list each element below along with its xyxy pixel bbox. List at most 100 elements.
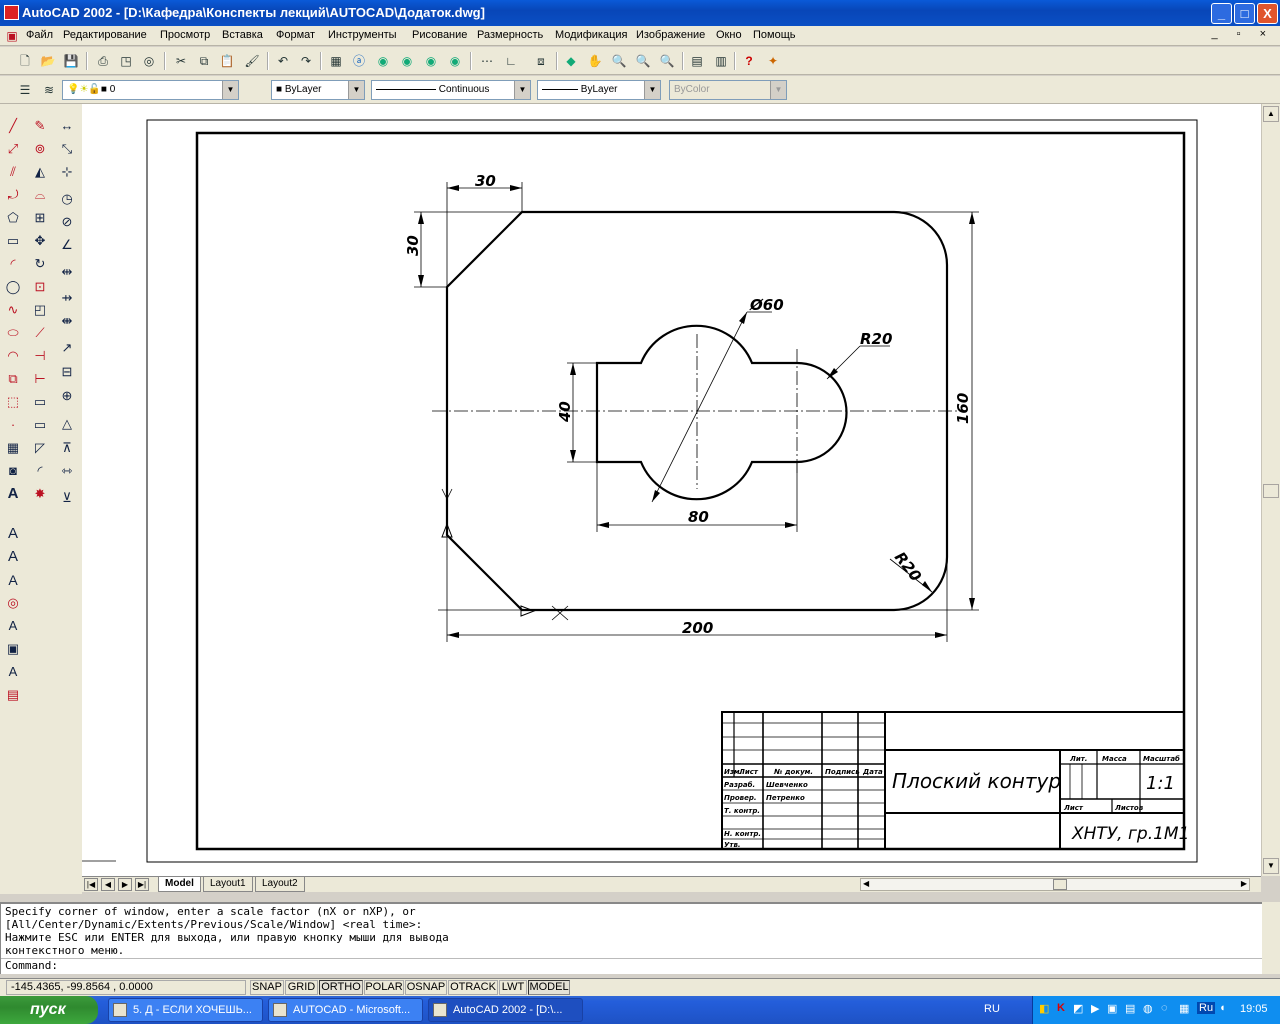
text-style-icon[interactable]: A [3,616,23,636]
print-icon[interactable]: ⎙ [94,52,112,70]
copy-icon[interactable]: ⧉ [195,52,213,70]
chevron-down-icon[interactable]: ▼ [514,81,530,99]
edit-text-icon[interactable]: A [3,570,23,590]
today-icon[interactable]: ✦ [764,52,782,70]
spell-check-icon[interactable]: ◎ [140,52,158,70]
scroll-up-button[interactable]: ▲ [1263,106,1279,122]
ellipse-icon[interactable]: ⬭ [3,323,23,343]
taskbar-item[interactable]: AUTOCAD - Microsoft... [268,998,423,1022]
point-icon[interactable]: · [3,415,23,435]
hyperlink-icon[interactable]: ⓐ [350,52,368,70]
drawing-canvas[interactable]: 30 30 Ø60 R20 40 160 80 R20 200 Плоский … [82,104,1261,876]
internet-icon[interactable]: ◉ [374,52,392,70]
menu-help[interactable]: Помощь [753,29,796,41]
zoom-realtime-icon[interactable]: 🔍 [610,52,628,70]
tray-volume-icon[interactable]: ◖ [1219,1002,1226,1014]
named-views-icon[interactable]: ⧈ [532,52,550,70]
tracking-icon[interactable]: ⋯ [478,52,496,70]
dimension-style-icon[interactable]: ⊻ [57,488,77,508]
menu-view[interactable]: Просмотр [160,29,210,41]
layer-dropdown[interactable]: 💡☀🔓■ 0 ▼ [62,80,239,100]
zoom-window-icon[interactable]: 🔍 [634,52,652,70]
rectangle-icon[interactable]: ▭ [3,231,23,251]
clock[interactable]: 19:05 [1240,1003,1268,1015]
tab-last-button[interactable]: ▶| [135,878,149,891]
make-object-layer-current-icon[interactable]: ≋ [40,81,58,99]
chevron-down-icon[interactable]: ▼ [644,81,660,99]
polyline-icon[interactable]: ⤾ [3,185,23,205]
scroll-down-button[interactable]: ▼ [1263,858,1279,874]
layer-manager-icon[interactable]: ☰ [16,81,34,99]
undo-icon[interactable]: ↶ [274,52,292,70]
text-icon[interactable]: A [3,524,23,544]
break-at-point-icon[interactable]: ▭ [30,415,50,435]
publish-icon[interactable]: ◉ [398,52,416,70]
properties-icon[interactable]: ▤ [688,52,706,70]
otrack-toggle[interactable]: OTRACK [448,980,498,995]
redo-icon[interactable]: ↷ [297,52,315,70]
taskbar-item-active[interactable]: AutoCAD 2002 - [D:\... [428,998,583,1022]
fillet-icon[interactable]: ◜ [30,461,50,481]
lengthen-icon[interactable]: ⟋ [30,323,50,343]
make-block-icon[interactable]: ⬚ [3,392,23,412]
meet-now-icon[interactable]: ◉ [422,52,440,70]
erase-icon[interactable]: ✎ [30,116,50,136]
command-input[interactable]: Command: [1,958,1263,973]
design-center-icon[interactable]: ▦ [327,52,345,70]
match-properties-icon[interactable]: 🖌 [243,52,261,70]
menu-file[interactable]: Файл [26,29,53,41]
tray-play-icon[interactable]: ▶ [1091,1002,1099,1015]
move-icon[interactable]: ✥ [30,231,50,251]
menu-window[interactable]: Окно [716,29,742,41]
ucs-icon[interactable]: ∟ [502,52,520,70]
autocad-app-icon[interactable] [4,5,19,20]
array-icon[interactable]: ⊞ [30,208,50,228]
stretch-icon[interactable]: ◰ [30,300,50,320]
explode-icon[interactable]: ✸ [30,484,50,504]
linetype-dropdown[interactable]: Continuous ▼ [371,80,531,100]
insert-block-icon[interactable]: ⧉ [3,369,23,389]
angular-dimension-icon[interactable]: ∠ [57,235,77,255]
multiline-icon[interactable]: ⫽ [3,162,23,182]
arc-icon[interactable]: ◜ [3,254,23,274]
copy-object-icon[interactable]: ⊚ [30,139,50,159]
osnap-toggle[interactable]: OSNAP [405,980,447,995]
zoom-previous-icon[interactable]: 🔍 [658,52,676,70]
diameter-dimension-icon[interactable]: ⊘ [57,212,77,232]
ortho-toggle[interactable]: ORTHO [319,980,363,995]
scale-text-icon[interactable]: ▣ [3,639,23,659]
tray-app-icon[interactable]: ◌ [1161,1002,1168,1014]
line-icon[interactable]: ╱ [3,116,23,136]
tab-next-button[interactable]: ▶ [118,878,132,891]
dimension-edit-icon[interactable]: △ [57,414,77,434]
scroll-thumb[interactable] [1263,484,1279,498]
open-icon[interactable]: 📂 [39,52,57,70]
tray-language-indicator[interactable]: Ru [1197,1002,1216,1014]
menu-format[interactable]: Формат [276,29,315,41]
trim-icon[interactable]: ⊣ [30,346,50,366]
circle-icon[interactable]: ◯ [3,277,23,297]
menu-draw[interactable]: Рисование [412,29,467,41]
maximize-button[interactable]: □ [1234,3,1255,24]
grid-toggle[interactable]: GRID [285,980,318,995]
snap-toggle[interactable]: SNAP [250,980,284,995]
lwt-toggle[interactable]: LWT [499,980,527,995]
region-icon[interactable]: ◙ [3,461,23,481]
tab-model[interactable]: Model [158,877,201,892]
paste-icon[interactable]: 📋 [218,52,236,70]
tolerance-icon[interactable]: ⊟ [57,362,77,382]
document-window-controls[interactable]: _ ▫ × [1211,28,1274,40]
aligned-dimension-icon[interactable]: ⤡ [57,139,77,159]
tray-app-icon[interactable]: ◩ [1073,1002,1083,1015]
command-scrollbar[interactable] [1262,902,1280,974]
vertical-scrollbar[interactable]: ▲ ▼ [1261,104,1280,876]
pan-icon[interactable]: ✋ [586,52,604,70]
tray-k-icon[interactable]: K [1057,1002,1065,1014]
quick-leader-icon[interactable]: ↗ [57,338,77,358]
ellipse-arc-icon[interactable]: ◠ [3,346,23,366]
model-toggle[interactable]: MODEL [528,980,570,995]
save-icon[interactable]: 💾 [62,52,80,70]
tray-app-icon[interactable]: ▦ [1179,1002,1189,1015]
taskbar-item[interactable]: 5. Д - ЕСЛИ ХОЧЕШЬ... [108,998,263,1022]
hatch-icon[interactable]: ▦ [3,438,23,458]
